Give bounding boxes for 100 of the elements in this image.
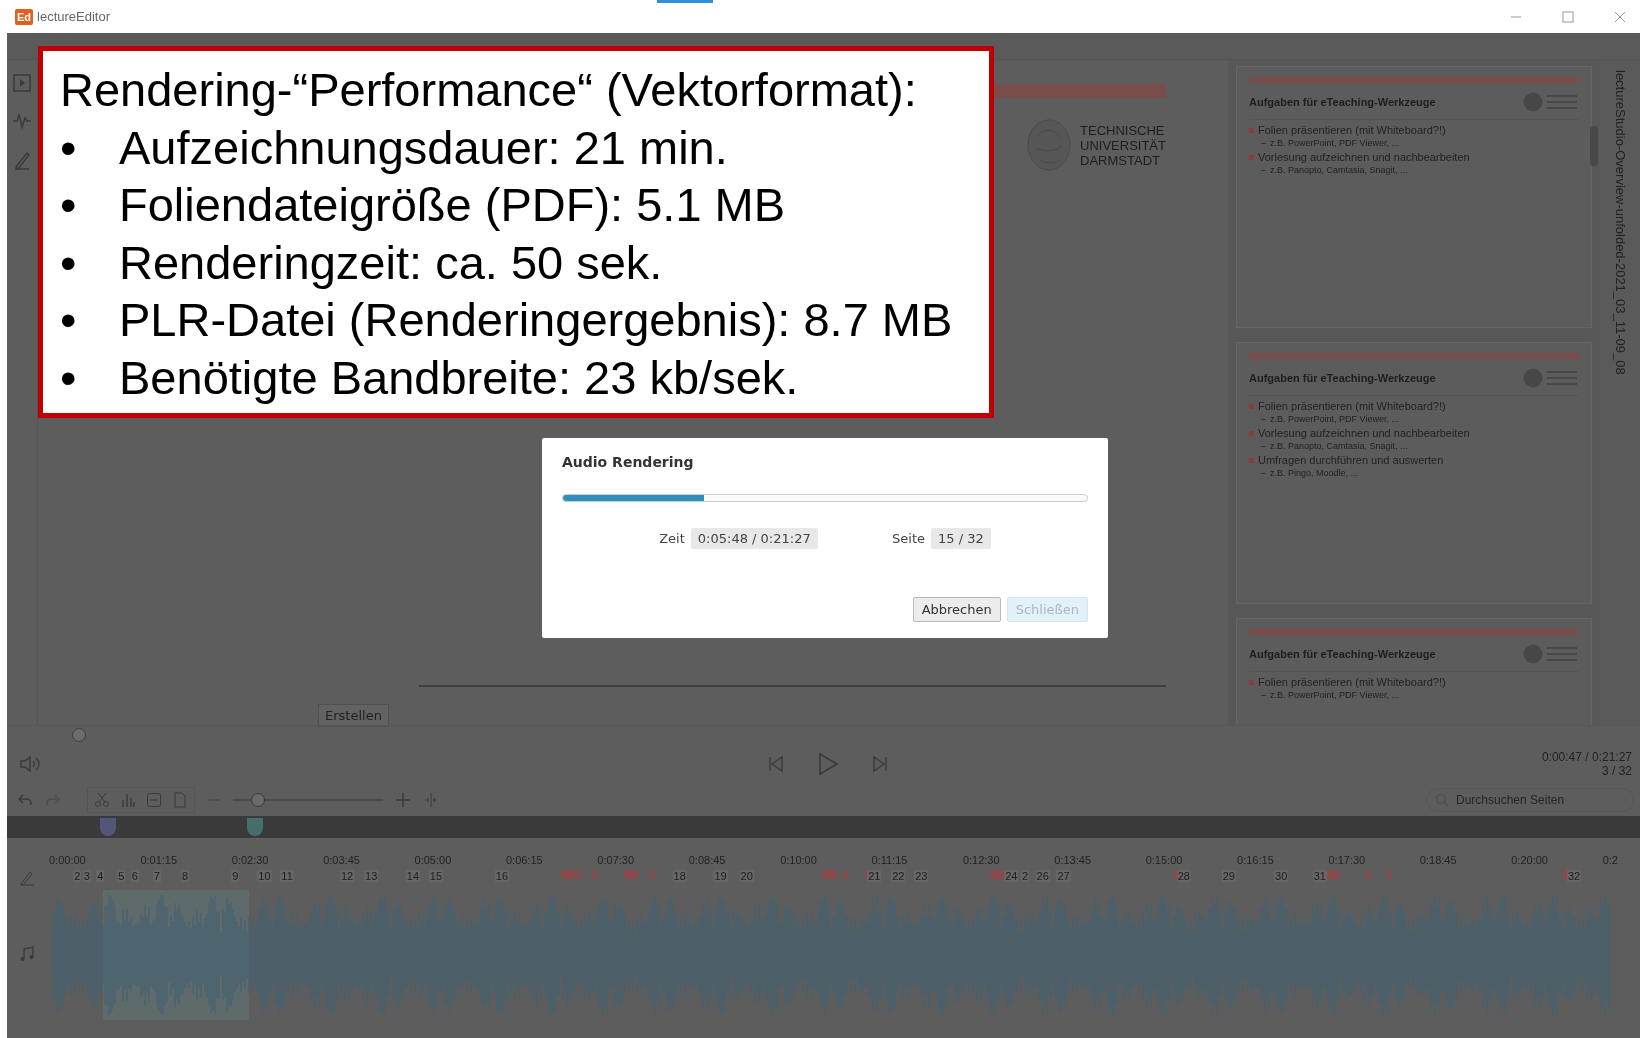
- page-marker[interactable]: 4: [96, 870, 105, 882]
- page-marker[interactable]: 12: [339, 870, 355, 882]
- thumbnail-bullet: Vorlesung aufzeichnen und nachbearbeiten: [1258, 151, 1470, 163]
- play-box-icon[interactable]: [13, 74, 31, 92]
- scissors-icon[interactable]: [94, 792, 110, 808]
- page-marker[interactable]: 2: [1020, 870, 1030, 882]
- time-tick-label: 0:18:45: [1419, 854, 1458, 866]
- page-marker[interactable]: 26: [1035, 870, 1050, 882]
- time-tick-label: 0:06:15: [505, 854, 544, 866]
- callout-item: Benötigte Bandbreite: 23 kb/sek.: [119, 349, 799, 406]
- close-icon[interactable]: [1614, 10, 1626, 23]
- page-marker[interactable]: 2: [73, 870, 82, 882]
- levels-icon[interactable]: [120, 792, 136, 808]
- page-marker[interactable]: 7: [152, 870, 161, 882]
- callout-heading: Rendering-“Performance“ (Vektorformat):: [60, 62, 918, 118]
- page-marker[interactable]: 18: [672, 870, 687, 882]
- undo-icon[interactable]: [17, 793, 33, 807]
- thumbnail-title: Aufgaben für eTeaching-Werkzeuge: [1249, 96, 1436, 108]
- time-tick-label: 0:11:15: [871, 854, 909, 866]
- bullet-square: [1249, 430, 1254, 436]
- zoom-in-icon[interactable]: [395, 792, 411, 808]
- page-marker[interactable]: 5: [117, 870, 126, 882]
- pen-icon[interactable]: [13, 150, 31, 170]
- thumbnail-bullet: Folien präsentieren (mit Whiteboard?!): [1258, 124, 1446, 136]
- page-marker[interactable]: 30: [1274, 870, 1289, 882]
- skip-forward-icon[interactable]: [871, 755, 889, 773]
- playback-time: 0:00:47 / 0:21:27: [1541, 750, 1632, 764]
- time-tick-label: 0:02:30: [231, 854, 270, 866]
- thumbnail-bullet: Umfragen durchführen und auswerten: [1258, 454, 1444, 466]
- selection-end-marker[interactable]: [247, 818, 263, 836]
- callout-item: Foliendateigröße (PDF): 5.1 MB: [119, 177, 786, 233]
- page-marker[interactable]: 9: [231, 870, 240, 882]
- page-marker[interactable]: 8: [180, 870, 190, 882]
- dash-bullet: –: [1261, 690, 1266, 700]
- callout-item: PLR-Datei (Renderingergebnis): 8.7 MB: [119, 292, 953, 348]
- page-marker[interactable]: 6: [130, 870, 139, 882]
- field-label: Zeit: [659, 531, 685, 546]
- time-tick-label: 0:2: [1602, 854, 1619, 866]
- page-marker[interactable]: 16: [494, 870, 509, 882]
- page-marker[interactable]: 3: [82, 870, 91, 882]
- page-marker[interactable]: 29: [1221, 870, 1236, 882]
- dialog-button[interactable]: Abbrechen: [912, 597, 1001, 622]
- time-tick-label: 0:17:30: [1328, 854, 1367, 866]
- play-icon[interactable]: [817, 752, 839, 776]
- dash-bullet: –: [1261, 165, 1266, 175]
- bullet: •: [60, 292, 78, 348]
- page-marker[interactable]: 23: [914, 870, 929, 882]
- page-icon[interactable]: [172, 792, 188, 808]
- time-tick-label: 0:05:00: [414, 854, 453, 866]
- field-value: 15 / 32: [931, 528, 991, 549]
- page-marker[interactable]: 15: [428, 870, 444, 882]
- field-label: Seite: [892, 531, 926, 546]
- time-tick-label: 0:01:15: [140, 854, 179, 866]
- page-marker[interactable]: 19: [713, 870, 728, 882]
- skip-back-icon[interactable]: [767, 755, 785, 773]
- page-marker[interactable]: 14: [405, 870, 421, 882]
- minus-box-icon[interactable]: [146, 792, 162, 808]
- bullet-square: [1249, 679, 1254, 685]
- volume-icon[interactable]: [19, 755, 43, 773]
- zoom-slider-thumb[interactable]: [250, 793, 265, 807]
- page-marker[interactable]: 13: [364, 870, 379, 882]
- document-name: lectureStudio-Overview-unfolded-2021_03_11-09_08: [1612, 70, 1628, 377]
- logo-text: UNIVERSITÄT: [1080, 137, 1166, 153]
- slide-thumbnail[interactable]: [1236, 342, 1592, 604]
- zoom-slider[interactable]: [233, 793, 383, 807]
- maximize-icon[interactable]: [1562, 10, 1574, 23]
- scrollbar-thumb[interactable]: [1590, 126, 1598, 166]
- dialog-title: Audio Rendering: [562, 454, 695, 470]
- create-button[interactable]: Erstellen: [318, 704, 389, 727]
- callout-item: Aufzeichnungsdauer: 21 min.: [119, 119, 728, 176]
- time-tick-label: 0:08:45: [688, 854, 727, 866]
- bullet-square: [1249, 457, 1254, 463]
- page-marker[interactable]: 24: [1004, 870, 1019, 882]
- page-marker[interactable]: 27: [1056, 870, 1071, 882]
- seek-slider-thumb[interactable]: [72, 728, 86, 742]
- bullet-square: [1249, 403, 1254, 409]
- time-tick-label: 0:15:00: [1145, 854, 1184, 866]
- page-marker[interactable]: 31: [1312, 870, 1327, 882]
- waveform-icon[interactable]: [12, 112, 32, 130]
- time-tick-label: 0:20:00: [1511, 854, 1549, 866]
- thumbnail-title: Aufgaben für eTeaching-Werkzeuge: [1249, 372, 1436, 384]
- time-tick-label: 0:10:00: [780, 854, 818, 866]
- logo-text: DARMSTADT: [1080, 152, 1161, 168]
- page-marker[interactable]: 20: [739, 870, 754, 882]
- selection-start-marker[interactable]: [100, 818, 116, 836]
- thumbnail-bullet: Folien präsentieren (mit Whiteboard?!): [1258, 400, 1446, 412]
- page-marker[interactable]: 22: [891, 870, 906, 882]
- thumbnail-bullet: Folien präsentieren (mit Whiteboard?!): [1258, 676, 1446, 688]
- bullet: •: [60, 119, 78, 176]
- bullet: •: [60, 177, 78, 233]
- page-marker[interactable]: 10: [257, 870, 272, 882]
- time-tick-label: 0:16:15: [1237, 854, 1275, 866]
- split-icon[interactable]: [423, 792, 439, 808]
- page-counter: 3 / 32: [1601, 764, 1632, 778]
- field-value: 0:05:48 / 0:21:27: [690, 528, 818, 549]
- callout-item: Renderingzeit: ca. 50 sek.: [119, 234, 663, 291]
- window-title: lectureEditor: [37, 9, 111, 24]
- page-marker[interactable]: 21: [867, 870, 882, 882]
- logo-text: TECHNISCHE: [1080, 122, 1166, 138]
- page-marker[interactable]: 11: [280, 870, 294, 882]
